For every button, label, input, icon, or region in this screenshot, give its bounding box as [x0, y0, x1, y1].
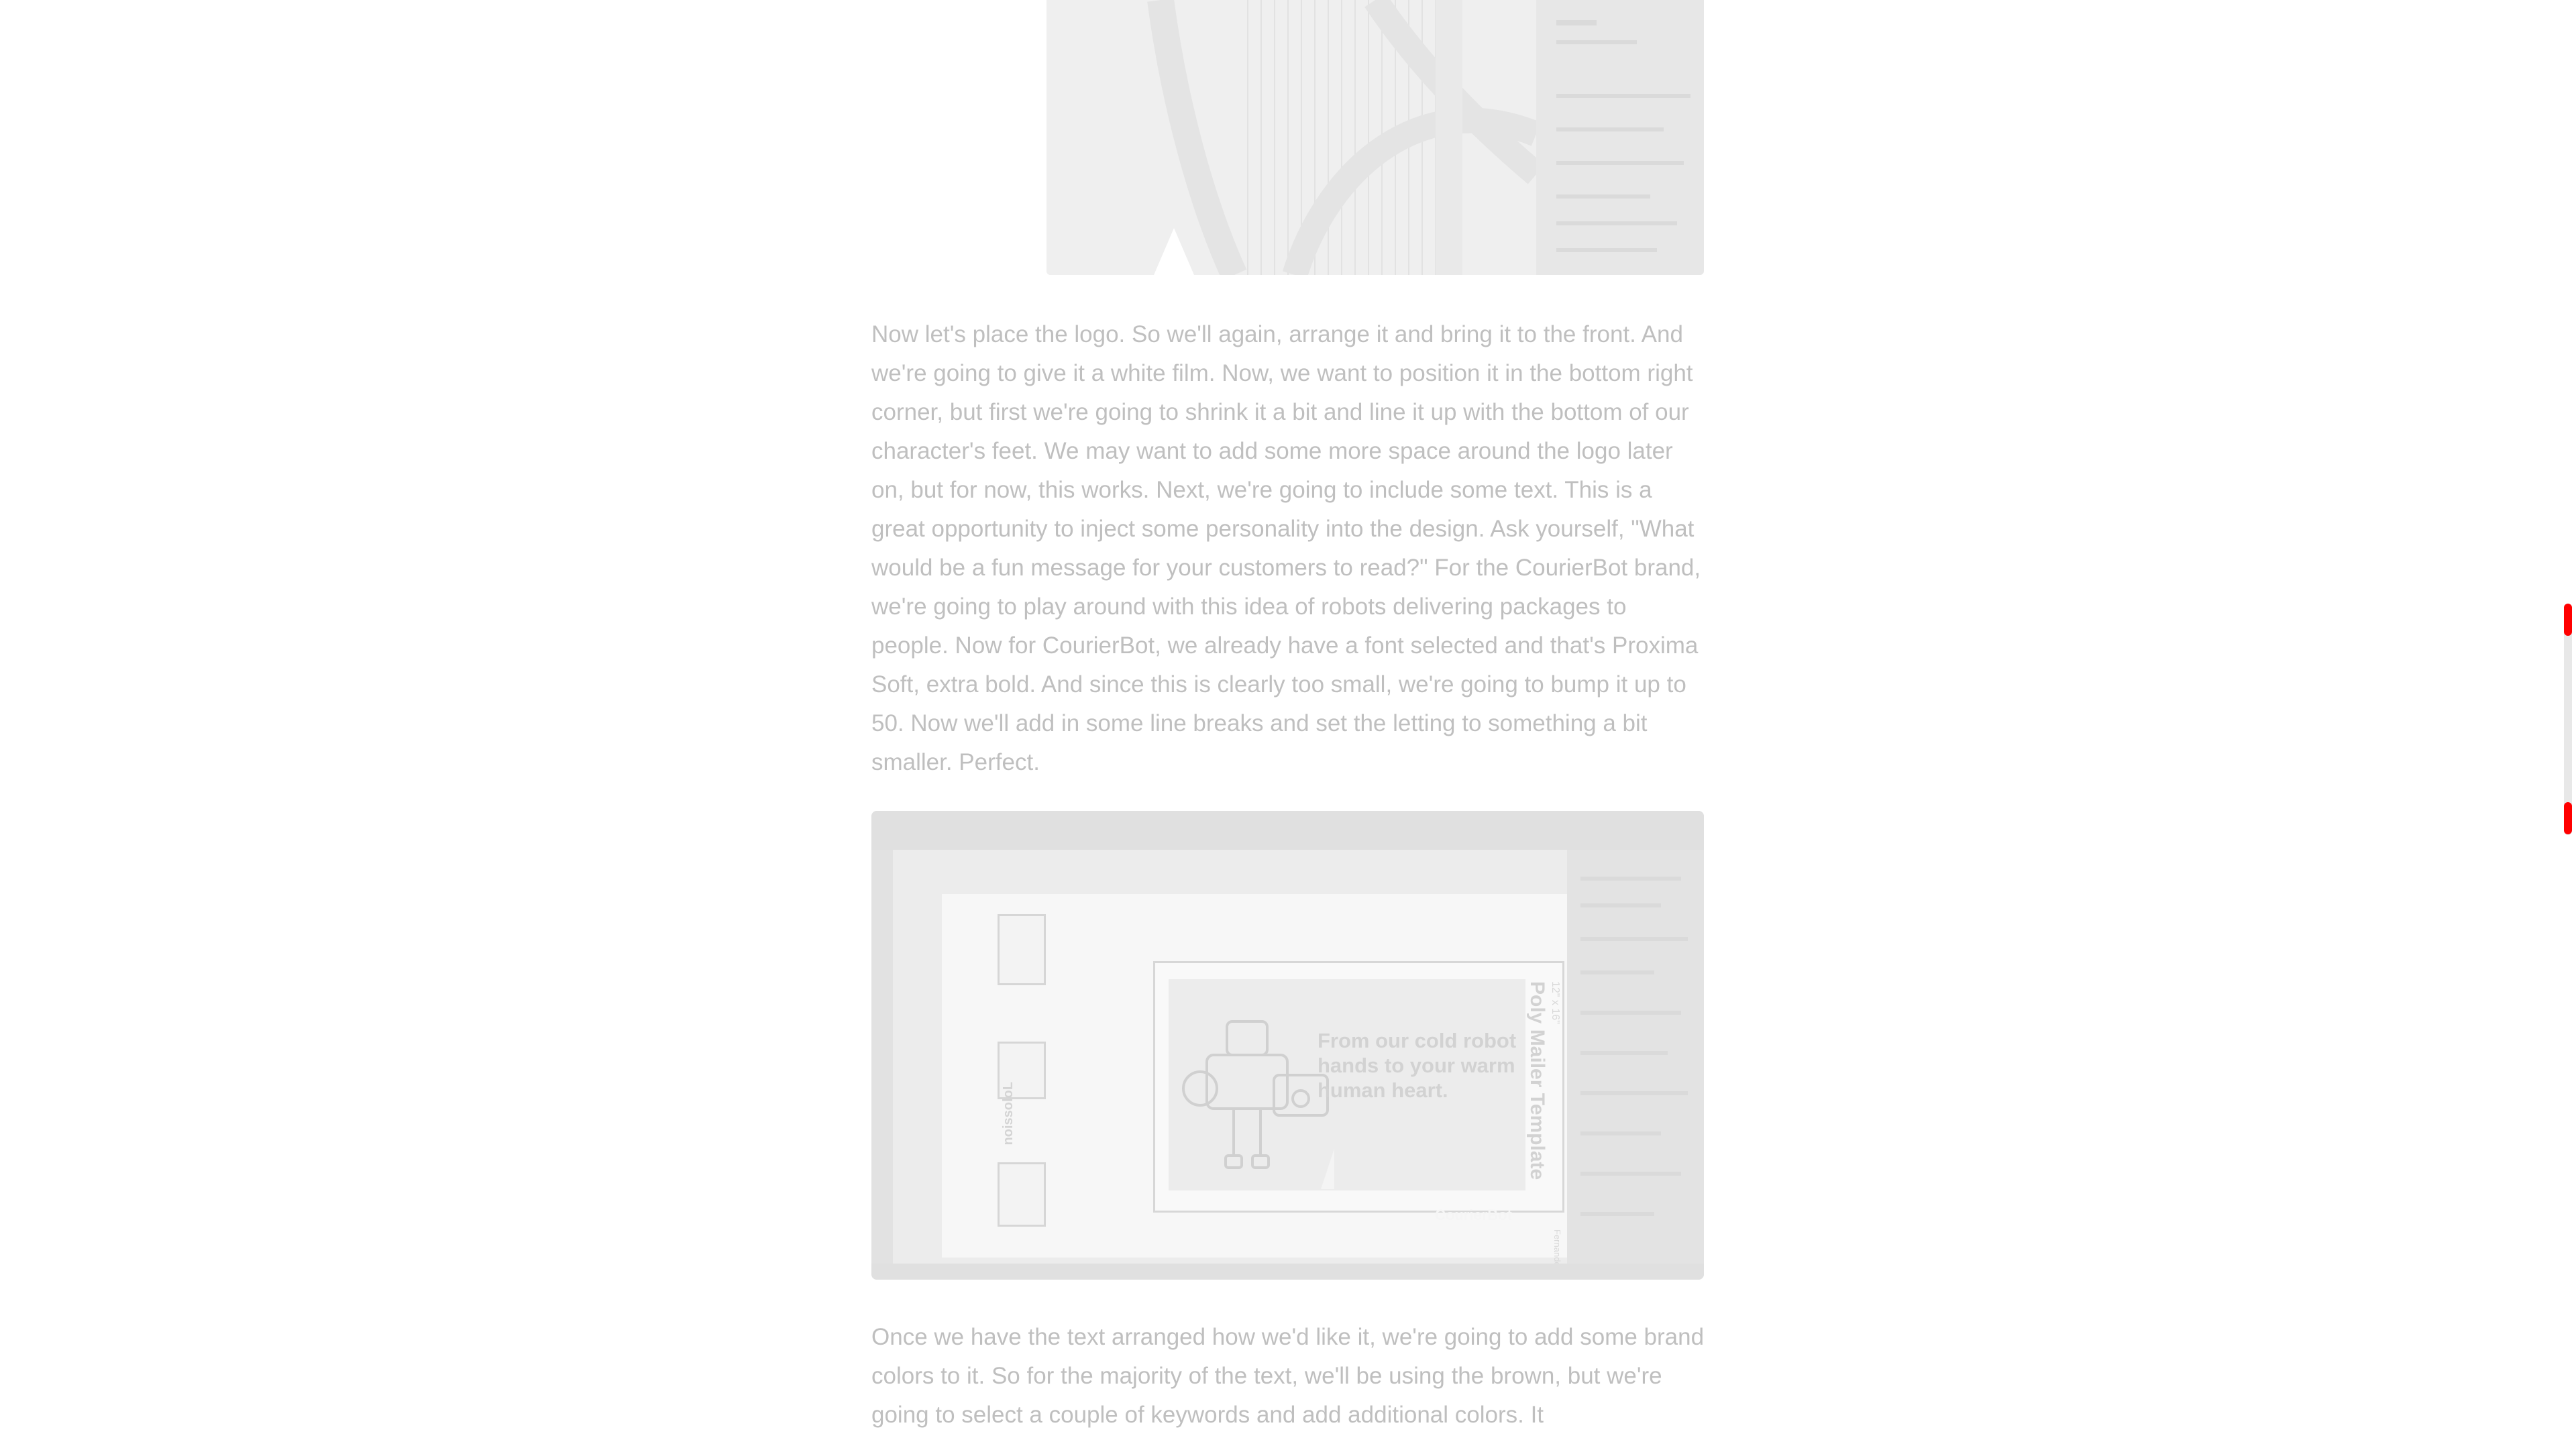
template-thumbnail [998, 914, 1046, 985]
template-title: Poly Mailer Template [1526, 981, 1548, 1180]
properties-panel [1536, 0, 1704, 275]
article-paragraph: Once we have the text arranged how we'd … [871, 1324, 1705, 1428]
scrollbar-thumb-bottom[interactable] [2564, 802, 2572, 834]
app-statusbar [871, 1264, 1704, 1280]
mailer-heading-text: From our cold robot hands to your warm h… [1318, 1029, 1517, 1102]
template-size-label: 12" x 16" [1550, 981, 1561, 1024]
artboard-canvas [1046, 0, 1545, 275]
tutorial-screenshot-top [1046, 0, 1704, 275]
robot-illustration-icon [1182, 1020, 1334, 1189]
template-thumbnail [998, 1162, 1046, 1227]
scrollbar-thumb-top[interactable] [2564, 604, 2572, 636]
page-scrollbar[interactable] [2564, 604, 2572, 835]
rotated-label: noissoloL [1001, 1082, 1016, 1146]
mailer-document: noissoloL From our cold robot hands to y… [942, 894, 1583, 1271]
app-menubar [871, 811, 1704, 850]
layers-panel [1567, 850, 1704, 1264]
artboard-area: noissoloL From our cold robot hands to y… [893, 850, 1583, 1271]
tutorial-screenshot-illustrator: noissoloL From our cold robot hands to y… [871, 811, 1704, 1280]
article-paragraph: Now let's place the logo. So we'll again… [871, 321, 1701, 775]
tools-panel [871, 850, 893, 1264]
mailer-brand-logo: CourierBot [1435, 1207, 1512, 1223]
artwork-curves [1046, 0, 1545, 275]
